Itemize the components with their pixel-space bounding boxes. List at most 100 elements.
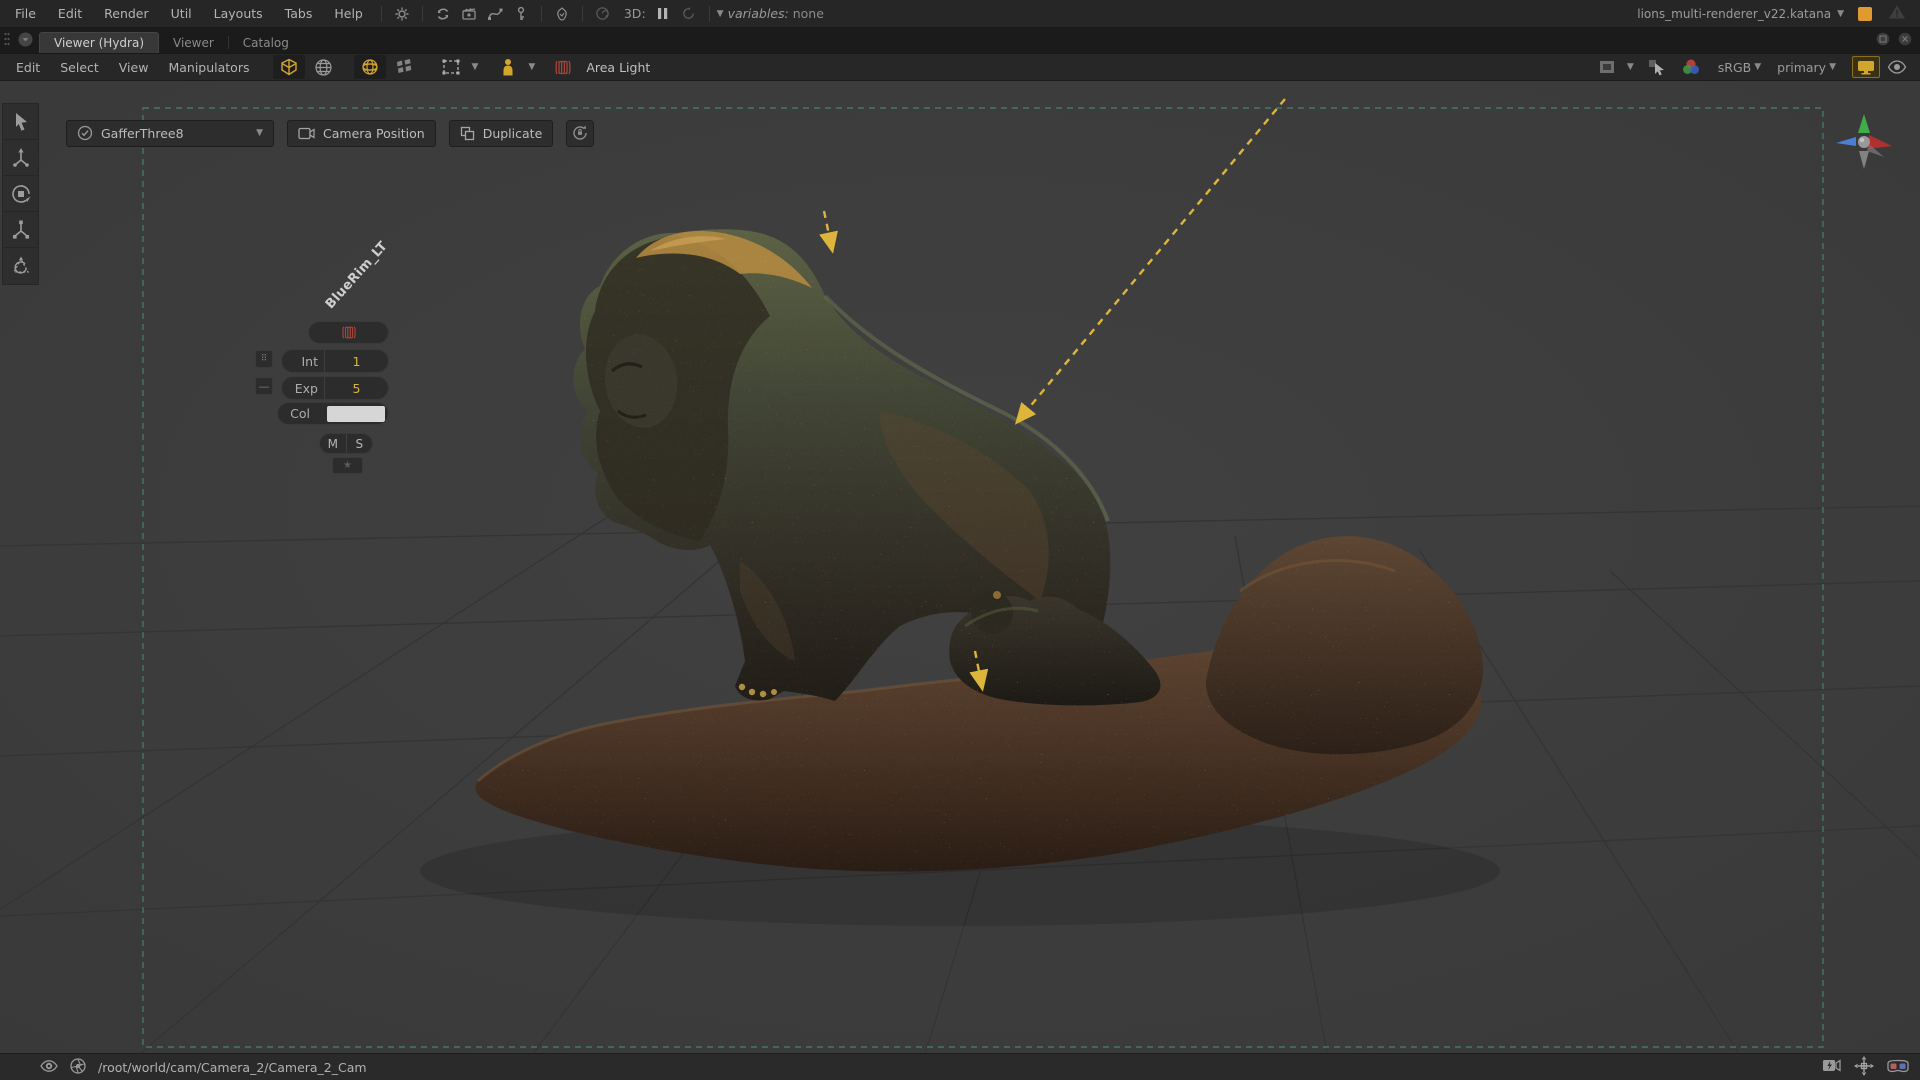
pane-maximize-icon[interactable]: [1876, 32, 1890, 49]
camera-dropdown-icon[interactable]: ▼: [528, 62, 535, 72]
scene-filename[interactable]: lions_multi-renderer_v22.katana ▼: [1637, 7, 1844, 21]
color-swatch[interactable]: [327, 406, 385, 422]
menu-util[interactable]: Util: [160, 6, 203, 21]
unsaved-changes-icon[interactable]: [1858, 7, 1872, 21]
marquee-select-icon[interactable]: [435, 55, 467, 79]
proxy-display-icon[interactable]: [388, 55, 420, 79]
select-tool-icon[interactable]: [3, 104, 38, 140]
tab-viewer-hydra[interactable]: Viewer (Hydra): [39, 32, 159, 53]
channel-value[interactable]: primary: [1777, 60, 1826, 75]
warning-triangle-icon[interactable]: [1888, 4, 1906, 23]
colorspace-dropdown-icon[interactable]: ▼: [1754, 62, 1761, 72]
viewer-menu-view[interactable]: View: [109, 60, 159, 75]
layer-display-icon[interactable]: [1591, 55, 1623, 79]
axis-orientation-gizmo[interactable]: [1834, 113, 1898, 174]
pane-tabbar: Viewer (Hydra) Viewer Catalog: [0, 28, 1920, 53]
tab-viewer[interactable]: Viewer: [159, 32, 228, 53]
menu-file[interactable]: File: [4, 6, 47, 21]
divider: [381, 6, 382, 22]
intensity-label: Int: [282, 354, 318, 369]
area-light-icon: [547, 55, 579, 79]
cyclic-update-icon[interactable]: [430, 4, 456, 24]
light-grip-handle[interactable]: ⠿: [255, 350, 273, 368]
divider: [422, 6, 423, 22]
filename-dropdown-icon[interactable]: ▼: [1837, 9, 1844, 19]
main-menubar: File Edit Render Util Layouts Tabs Help: [0, 0, 1920, 28]
viewer-menu-select[interactable]: Select: [50, 60, 109, 75]
colorspace-value[interactable]: sRGB: [1718, 60, 1751, 75]
monitor-output-icon[interactable]: [1852, 56, 1880, 78]
scale-tool-icon[interactable]: [3, 212, 38, 248]
settings-gear-icon[interactable]: [389, 4, 415, 24]
pane-close-icon[interactable]: [1898, 32, 1912, 49]
render-slate-icon[interactable]: [456, 4, 482, 24]
menu-help[interactable]: Help: [323, 6, 374, 21]
inspect-eye-icon[interactable]: [1881, 55, 1913, 79]
camera-person-icon[interactable]: [492, 55, 524, 79]
color-channels-icon[interactable]: [1675, 55, 1707, 79]
interactive-render-icon: [590, 4, 616, 24]
lock-orientation-button[interactable]: [566, 120, 594, 147]
translate-tool-icon[interactable]: [3, 140, 38, 176]
gaffer-node-name: GafferThree8: [101, 126, 184, 141]
performance-icon[interactable]: [549, 4, 575, 24]
marquee-dropdown-icon[interactable]: ▼: [471, 62, 478, 72]
refresh-icon: [676, 4, 702, 24]
menu-edit[interactable]: Edit: [47, 6, 93, 21]
stereo-3d-glasses-icon[interactable]: [1886, 1058, 1910, 1077]
shaded-view-icon[interactable]: [273, 55, 305, 79]
curve-editor-icon[interactable]: [482, 4, 508, 24]
mute-button[interactable]: M: [320, 437, 346, 451]
exposure-value[interactable]: 5: [325, 381, 388, 396]
solo-button[interactable]: S: [347, 437, 373, 451]
globe-view-icon[interactable]: [307, 55, 339, 79]
viewer-menu-manipulators[interactable]: Manipulators: [158, 60, 259, 75]
tab-catalog[interactable]: Catalog: [229, 32, 303, 53]
intensity-value[interactable]: 1: [325, 354, 388, 369]
transform-combo-tool-icon[interactable]: [3, 248, 38, 284]
layer-dropdown-icon[interactable]: ▼: [1627, 62, 1634, 72]
visibility-eye-icon[interactable]: [40, 1059, 58, 1076]
variables-value[interactable]: none: [793, 6, 824, 21]
channel-dropdown-icon[interactable]: ▼: [1829, 62, 1836, 72]
divider: [709, 6, 710, 22]
light-exposure-field[interactable]: Exp 5: [281, 376, 389, 400]
area-light-label: Area Light: [586, 60, 650, 75]
gaffer-dropdown-icon[interactable]: ▼: [256, 128, 263, 138]
scene-canvas: [0, 81, 1920, 1053]
katana-window: File Edit Render Util Layouts Tabs Help: [0, 0, 1920, 1080]
rotate-tool-icon[interactable]: [3, 176, 38, 212]
flash-render-icon[interactable]: [1822, 1058, 1842, 1076]
duplicate-button[interactable]: Duplicate: [449, 120, 554, 147]
pane-menu-icon[interactable]: [18, 32, 33, 50]
snap-cursor-icon[interactable]: [1641, 55, 1673, 79]
light-collapse-handle[interactable]: —: [255, 377, 273, 395]
keyframe-icon[interactable]: [508, 4, 534, 24]
divider: [582, 6, 583, 22]
light-mute-solo: M S: [319, 433, 373, 454]
pause-icon[interactable]: [650, 4, 676, 24]
menu-render[interactable]: Render: [93, 6, 160, 21]
gaffer-controls: GafferThree8 ▼ Camera Position Duplicate: [66, 119, 594, 147]
light-color-field[interactable]: Col: [277, 402, 389, 425]
divider: [541, 6, 542, 22]
menu-tabs[interactable]: Tabs: [274, 6, 324, 21]
light-handle-button[interactable]: [308, 321, 389, 344]
viewer-statusbar: /root/world/cam/Camera_2/Camera_2_Cam: [0, 1053, 1920, 1080]
light-favorite-button[interactable]: ★: [332, 457, 363, 474]
light-display-icon[interactable]: [354, 55, 386, 79]
viewer-toolbar: Edit Select View Manipulators ▼: [0, 53, 1920, 81]
viewer-tool-column: [2, 103, 39, 285]
viewer-menu-edit[interactable]: Edit: [6, 60, 50, 75]
mode-3d-label: 3D:: [624, 6, 646, 21]
pan-move-icon[interactable]: [1854, 1056, 1874, 1079]
camera-position-button[interactable]: Camera Position: [287, 120, 436, 147]
camera-shutter-icon[interactable]: [70, 1058, 86, 1077]
light-intensity-field[interactable]: Int 1: [281, 349, 389, 373]
viewer-3d-viewport[interactable]: GafferThree8 ▼ Camera Position Duplicate…: [0, 81, 1920, 1053]
menu-layouts[interactable]: Layouts: [203, 6, 274, 21]
current-camera-path[interactable]: /root/world/cam/Camera_2/Camera_2_Cam: [98, 1060, 367, 1075]
variables-dropdown-icon[interactable]: ▼: [717, 9, 724, 19]
pane-grip-icon[interactable]: [4, 32, 10, 49]
gaffer-node-selector[interactable]: GafferThree8 ▼: [66, 120, 274, 147]
